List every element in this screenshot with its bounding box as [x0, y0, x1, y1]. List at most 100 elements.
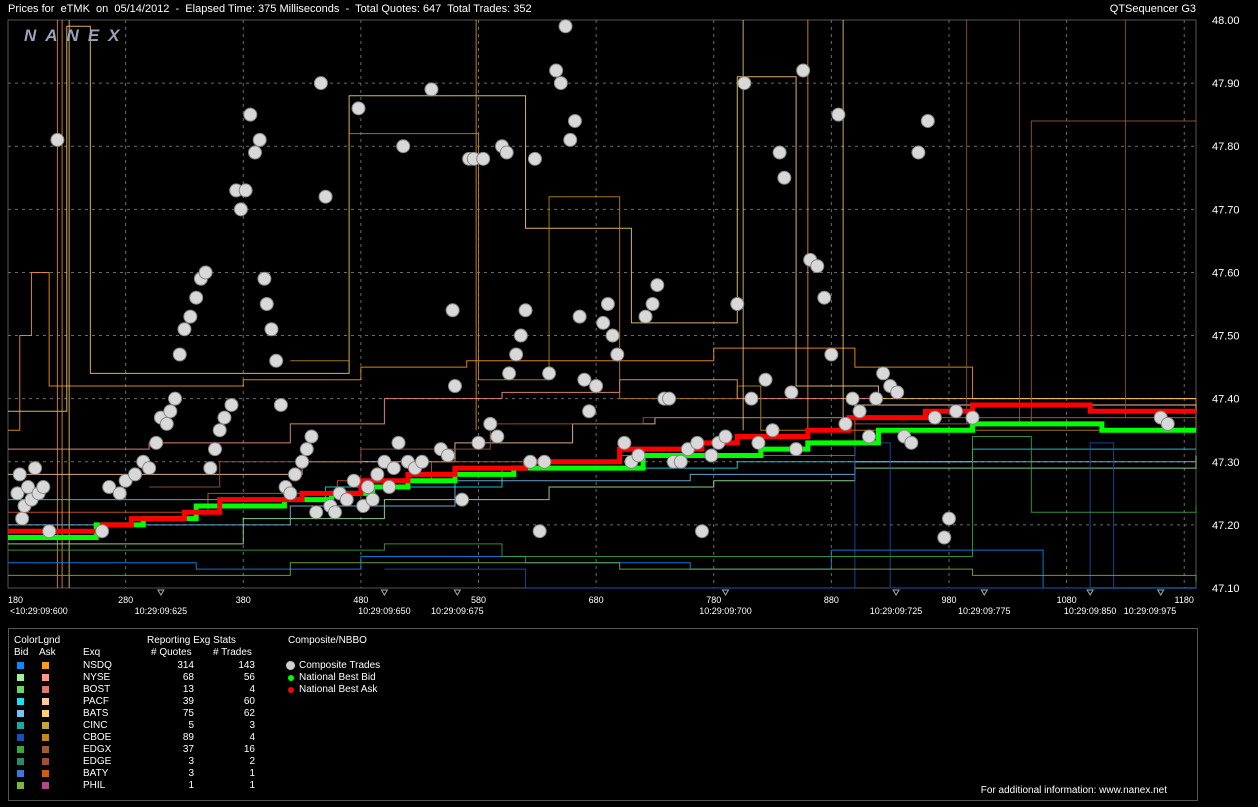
time-label: 10:29:09:725	[870, 606, 923, 616]
trade-point	[810, 259, 825, 274]
quotes-column-header: # Quotes	[151, 647, 192, 658]
trade-point	[796, 63, 811, 78]
ask-color-swatch	[42, 674, 49, 681]
trade-point	[212, 423, 227, 438]
trade-point	[941, 511, 956, 526]
trade-point	[415, 454, 430, 469]
trade-point	[1160, 416, 1175, 431]
y-tick-label: 47.30	[1212, 457, 1240, 469]
trade-count: 62	[243, 708, 255, 719]
trade-count: 4	[249, 684, 255, 695]
trade-point	[567, 113, 582, 128]
trade-point	[744, 391, 759, 406]
trade-count: 1	[249, 780, 255, 791]
x-tick-label: 1080	[1057, 595, 1077, 605]
time-marker	[721, 589, 730, 596]
composite-marker	[286, 661, 295, 670]
trade-count: 143	[238, 660, 255, 671]
trade-point	[177, 322, 192, 337]
trade-point	[937, 530, 952, 545]
x-tick-label: 180	[8, 595, 23, 605]
composite-marker	[288, 687, 294, 693]
trades-column-header: # Trades	[213, 647, 252, 658]
trade-point	[730, 297, 745, 311]
trade-point	[208, 442, 223, 457]
trade-point	[203, 461, 218, 476]
trade-point	[269, 353, 284, 368]
trade-point	[233, 202, 248, 217]
time-label: 10:29:09:700	[699, 606, 752, 616]
time-marker	[453, 589, 462, 596]
quote-count: 3	[188, 768, 194, 779]
composite-marker	[288, 675, 294, 681]
exchange-name: PHIL	[83, 780, 106, 791]
trade-point	[243, 107, 258, 122]
bid-color-swatch	[17, 746, 24, 753]
trade-point	[288, 467, 303, 482]
trade-point	[600, 297, 615, 311]
composite-title: Composite/NBBO	[288, 635, 367, 646]
ask-color-swatch	[42, 686, 49, 693]
trade-point	[149, 435, 164, 450]
trade-point	[299, 442, 314, 457]
trade-point	[537, 454, 552, 469]
trade-point	[589, 379, 604, 394]
exchange-column-header: Exq	[83, 647, 101, 658]
trade-point	[869, 391, 884, 406]
y-tick-label: 47.80	[1212, 141, 1240, 153]
trade-point	[772, 145, 787, 160]
trade-point	[920, 113, 935, 128]
exchange-name: BATY	[83, 768, 109, 779]
trade-point	[852, 404, 867, 419]
trade-point	[248, 145, 263, 160]
trade-point	[862, 429, 877, 444]
trade-point	[304, 429, 319, 444]
exchange-name: CBOE	[83, 732, 112, 743]
trade-point	[605, 328, 620, 343]
trade-point	[360, 480, 375, 495]
y-tick-label: 47.60	[1212, 267, 1240, 279]
time-marker	[892, 589, 900, 596]
footer-info: For additional information: www.nanex.ne…	[980, 785, 1167, 796]
time-label: 10:29:09:850	[1064, 606, 1117, 616]
quote-count: 314	[177, 660, 194, 671]
exchange-name: EDGX	[83, 744, 112, 755]
ask-color-swatch	[42, 662, 49, 669]
trade-point	[718, 429, 733, 444]
trade-point	[295, 454, 310, 469]
time-label: <10:29:09:600	[10, 606, 68, 616]
x-tick-label: 380	[236, 595, 251, 605]
trade-point	[238, 183, 253, 198]
trade-point	[283, 486, 298, 501]
trade-point	[396, 139, 411, 154]
trade-point	[631, 448, 646, 463]
stats-title: Reporting Exg Stats	[147, 635, 236, 646]
time-marker	[980, 589, 989, 596]
composite-label: National Best Ask	[299, 684, 378, 695]
trade-point	[183, 309, 198, 324]
time-label: 10:29:09:775	[958, 606, 1011, 616]
bid-color-swatch	[17, 674, 24, 681]
trade-point	[346, 473, 361, 488]
quote-count: 89	[182, 732, 194, 743]
quote-count: 1	[188, 780, 194, 791]
bid-color-swatch	[17, 758, 24, 765]
trade-point	[50, 132, 65, 147]
trade-point	[339, 492, 354, 507]
exchange-name: PACF	[83, 696, 109, 707]
trade-point	[831, 107, 846, 122]
trade-point	[662, 391, 677, 406]
trade-count: 3	[249, 720, 255, 731]
exchange-name: EDGE	[83, 756, 112, 767]
trade-point	[737, 76, 752, 91]
trade-point	[476, 151, 491, 166]
trade-point	[890, 385, 905, 400]
trade-point	[15, 511, 30, 526]
quote-count: 3	[188, 756, 194, 767]
trade-point	[758, 372, 773, 387]
time-label: 10:29:09:675	[431, 606, 484, 616]
trade-point	[327, 505, 342, 520]
trade-count: 56	[243, 672, 255, 683]
x-tick-label: 280	[118, 595, 133, 605]
trade-point	[645, 297, 660, 311]
